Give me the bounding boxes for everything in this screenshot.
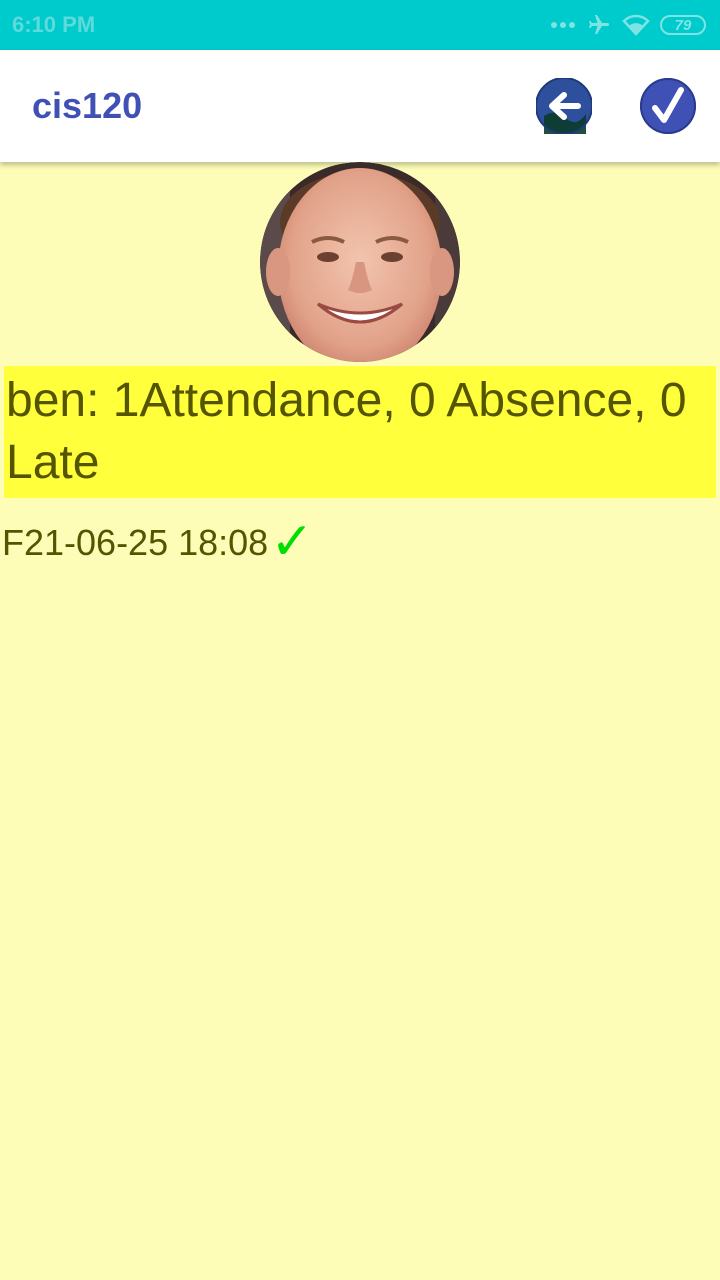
checkmark-icon (640, 78, 696, 134)
record-date: F21-06-25 18:08 (2, 522, 269, 563)
page-title: cis120 (32, 85, 143, 126)
confirm-button[interactable] (640, 78, 696, 134)
list-item[interactable]: F21-06-25 18:08 ✓ (2, 513, 314, 571)
attendance-summary: ben: 1Attendance, 0 Absence, 0 Late (4, 366, 716, 498)
more-dots-icon (550, 21, 576, 29)
attendance-check-icon: ✓ (270, 513, 314, 571)
back-arrow-icon (536, 78, 592, 134)
status-bar: 6:10 PM 79 (0, 0, 720, 50)
battery-indicator: 79 (660, 15, 706, 35)
status-time: 6:10 PM (12, 12, 96, 37)
wifi-icon (622, 14, 650, 36)
airplane-mode-icon (586, 13, 612, 37)
avatar (260, 162, 460, 362)
status-icons: 79 (550, 13, 706, 37)
back-button[interactable] (536, 78, 592, 134)
app-bar: cis120 (0, 50, 720, 162)
